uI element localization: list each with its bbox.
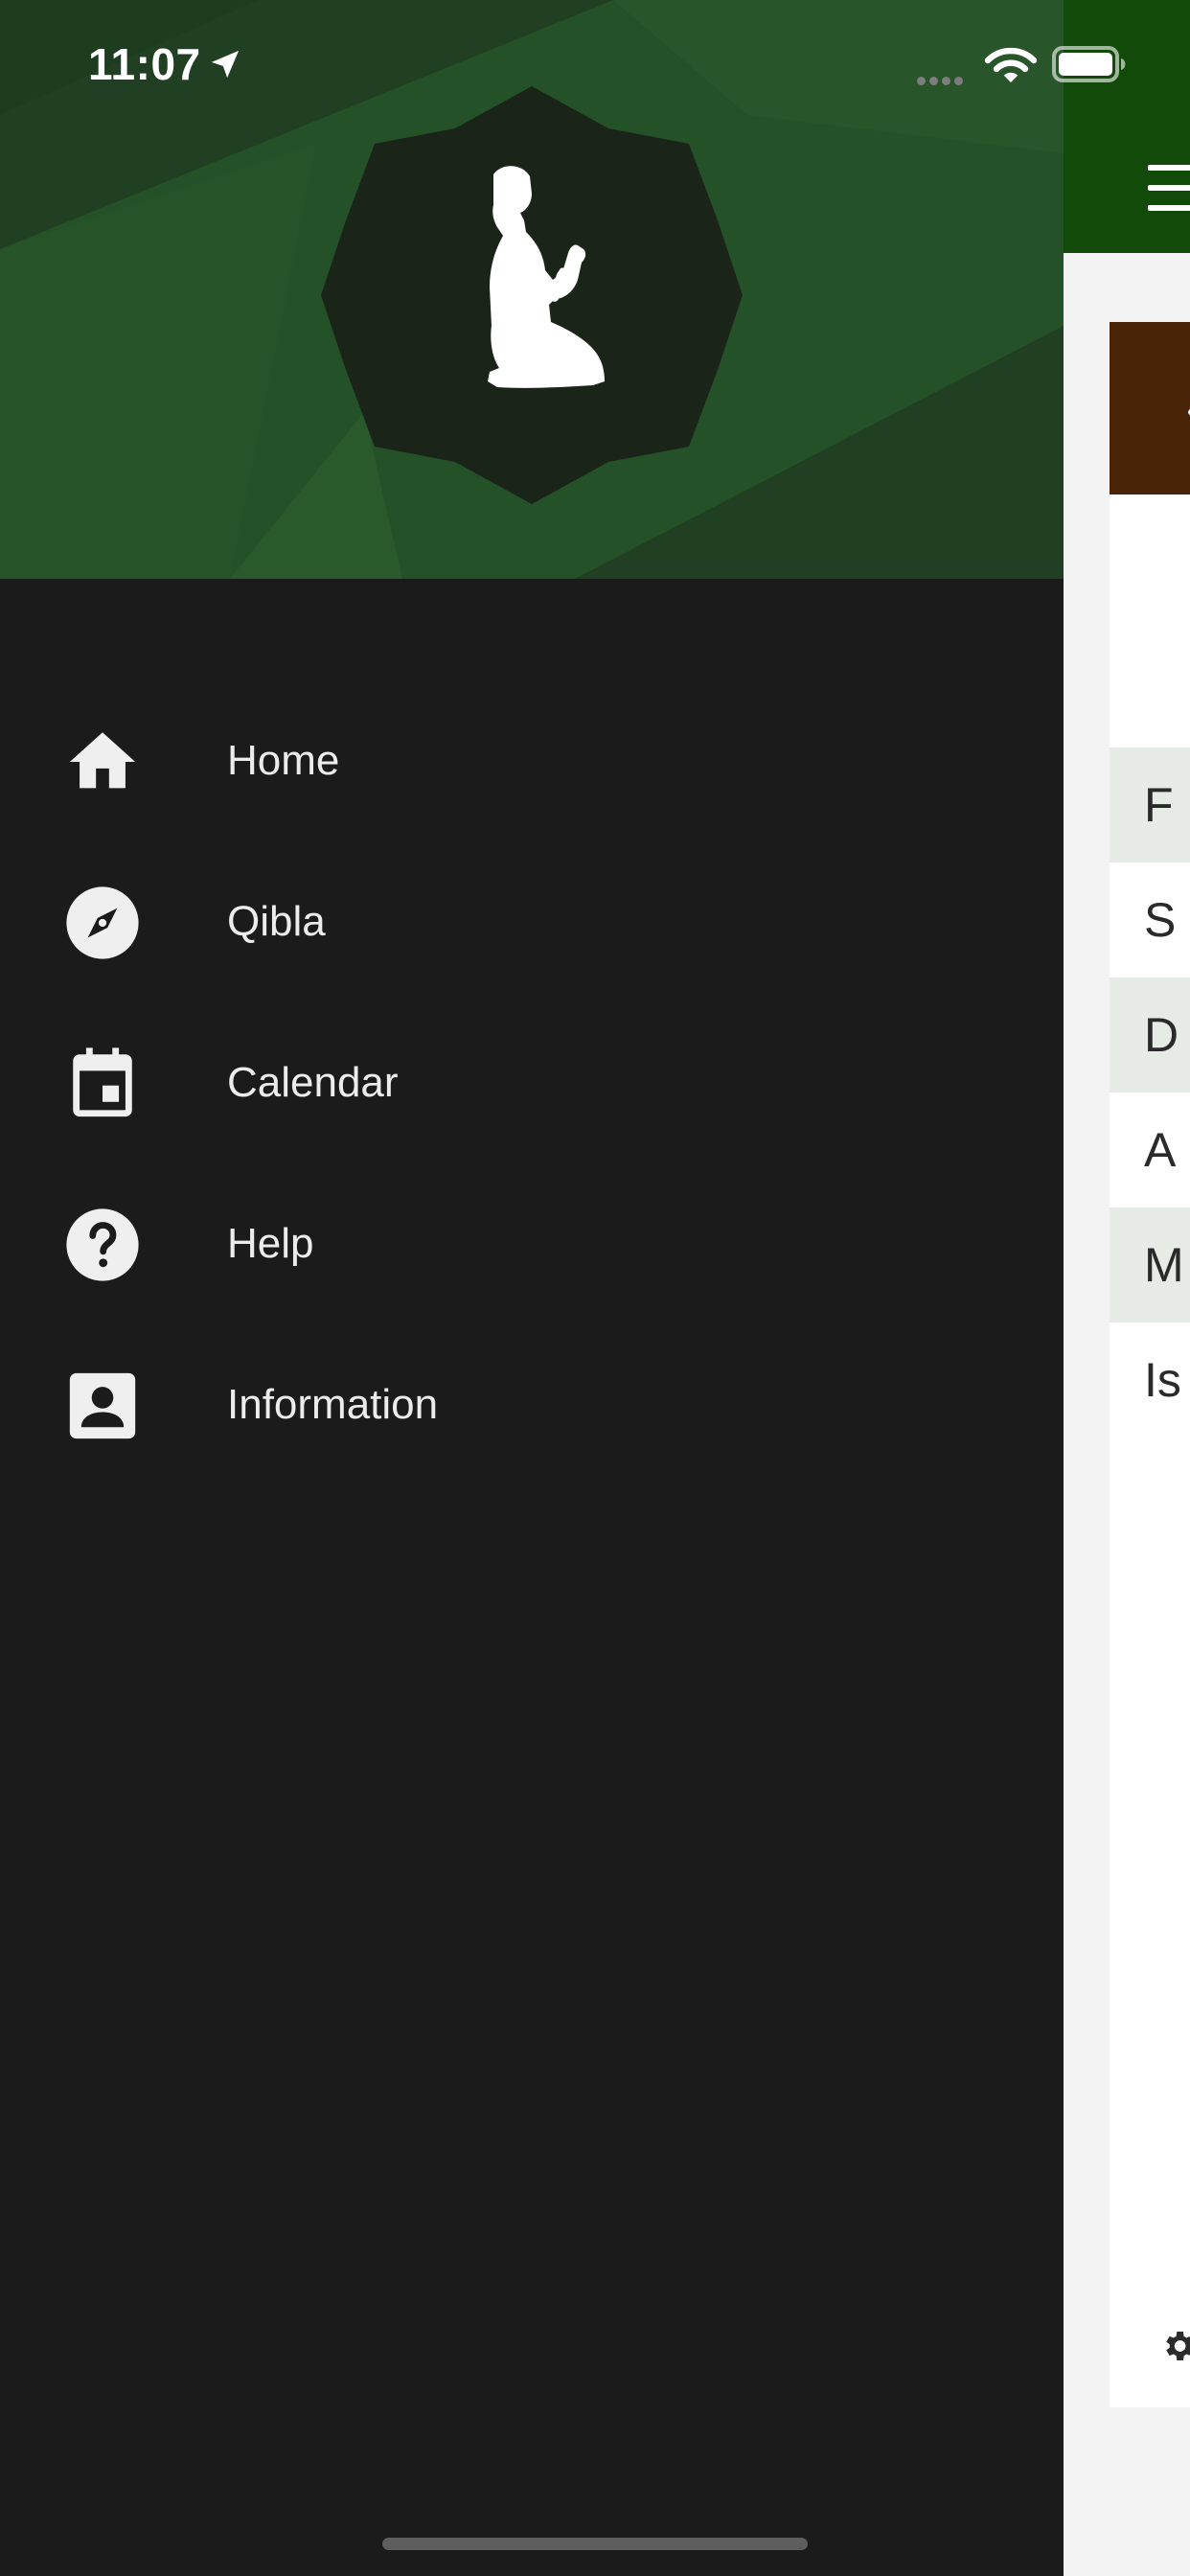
contact-card-icon	[69, 1372, 136, 1439]
chevron-left-icon[interactable]: ‹	[1186, 387, 1190, 433]
menu-item-home[interactable]: Home	[0, 680, 1064, 841]
main-screen-peek[interactable]: ‹ F S D A M Is	[1064, 0, 1190, 2576]
calendar-icon	[73, 1047, 132, 1117]
gear-icon[interactable]	[1159, 2327, 1190, 2365]
compass-icon	[66, 886, 139, 959]
status-time: 11:07	[88, 39, 201, 89]
battery-full-icon	[1052, 46, 1126, 82]
prayer-times-card: ‹ F S D A M Is	[1110, 322, 1190, 2407]
menu-item-information[interactable]: Information	[0, 1324, 1064, 1485]
help-icon	[66, 1208, 139, 1281]
prayer-row: D	[1110, 978, 1190, 1092]
location-arrow-icon	[211, 50, 240, 79]
home-indicator[interactable]	[382, 2538, 808, 2550]
status-bar: 11:07	[0, 0, 1190, 128]
wifi-icon	[985, 47, 1037, 82]
drawer-menu: Home Qibla Calendar Help Information	[0, 680, 1064, 1485]
menu-label-help: Help	[227, 1220, 314, 1267]
menu-label-qibla: Qibla	[227, 898, 326, 945]
menu-item-calendar[interactable]: Calendar	[0, 1002, 1064, 1163]
cellular-signal-icon	[917, 73, 967, 90]
menu-label-information: Information	[227, 1381, 439, 1428]
menu-item-help[interactable]: Help	[0, 1163, 1064, 1324]
praying-person-emblem	[321, 86, 743, 504]
menu-item-qibla[interactable]: Qibla	[0, 841, 1064, 1002]
prayer-row: S	[1144, 893, 1177, 947]
prayer-row: A	[1144, 1123, 1177, 1177]
prayer-row: F	[1110, 748, 1190, 862]
menu-label-calendar: Calendar	[227, 1059, 399, 1106]
hamburger-menu-icon[interactable]	[1148, 165, 1190, 213]
navigation-drawer: Home Qibla Calendar Help Information	[0, 0, 1064, 2576]
prayer-row: Is	[1144, 1353, 1181, 1407]
menu-label-home: Home	[227, 737, 340, 784]
home-icon	[69, 732, 136, 789]
date-navigation-bar: ‹	[1110, 322, 1190, 494]
prayer-row: M	[1110, 1208, 1190, 1322]
